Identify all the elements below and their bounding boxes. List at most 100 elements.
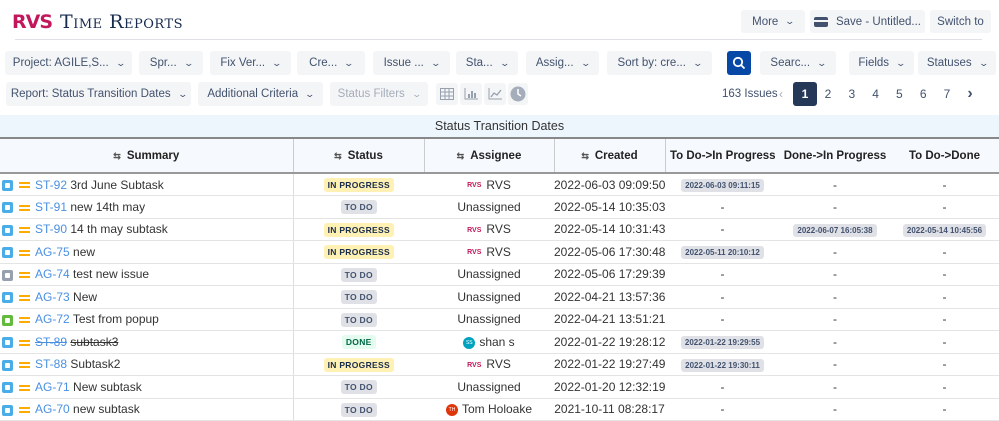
todo-done-cell: 2022-05-14 10:45:56 (890, 218, 999, 241)
issue-key-link[interactable]: AG-74 (35, 267, 70, 281)
table-row: ST-92 3rd June Subtask IN PROGRESS RVS RV… (0, 173, 999, 196)
issue-key-link[interactable]: ST-92 (35, 178, 67, 192)
additional-criteria-dropdown[interactable]: Additional Criteria ⌄ (198, 82, 323, 106)
column-header[interactable]: ⇆ Status (293, 137, 425, 174)
page-6-button[interactable]: 6 (913, 82, 933, 106)
page-1-button[interactable]: 1 (793, 82, 817, 106)
empty-value: - (720, 289, 725, 304)
todo-inprogress-cell: 2022-05-11 20:10:12 (665, 240, 780, 264)
statuses-dropdown[interactable]: Statuses ⌄ (918, 51, 996, 75)
column-header[interactable]: To Do->In Progress (665, 137, 780, 174)
todo-inprogress-cell: - (665, 218, 780, 241)
filter-dropdown[interactable]: Sort by: cre... ⌄ (607, 51, 712, 75)
issue-key-link[interactable]: AG-73 (35, 290, 70, 304)
page-3-button[interactable]: 3 (842, 82, 862, 106)
assignee-cell: RVS RVS (424, 353, 554, 376)
filter-dropdown[interactable]: Assig... ⌄ (526, 51, 599, 75)
todo-inprogress-cell: - (665, 398, 780, 421)
issue-summary: 14 th may subtask (70, 222, 168, 237)
time-view-button[interactable] (508, 83, 528, 105)
issue-summary: test new issue (73, 267, 150, 282)
saved-search-dropdown[interactable]: Searc... ⌄ (760, 51, 836, 75)
clock-icon (510, 86, 526, 102)
page-2-button[interactable]: 2 (818, 82, 838, 106)
report-dropdown[interactable]: Report: Status Transition Dates ⌄ (6, 82, 191, 106)
filter-label: Assig... (535, 57, 574, 69)
todo-inprogress-cell: - (665, 263, 780, 286)
assignee-name: Unassigned (457, 379, 521, 394)
todo-inprogress-cell: - (665, 375, 780, 399)
issue-key-link[interactable]: AG-72 (35, 312, 70, 326)
priority-medium-icon (19, 317, 30, 324)
done-inprogress-cell: - (780, 398, 890, 421)
line-chart-button[interactable] (484, 83, 506, 105)
card-icon (813, 16, 828, 27)
fields-dropdown[interactable]: Fields ⌄ (849, 51, 914, 75)
filter-dropdown[interactable]: Project: AGILE,S... ⌄ (5, 51, 132, 75)
statuses-label: Statuses (926, 57, 972, 69)
filter-dropdown[interactable]: Spr... ⌄ (139, 51, 203, 75)
page-7-button[interactable]: 7 (937, 82, 957, 106)
priority-medium-icon (19, 227, 30, 234)
done-inprogress-cell: - (780, 330, 890, 354)
subtask-type-icon (2, 359, 13, 371)
created-cell: 2022-05-14 10:35:03 (554, 195, 665, 219)
table-row: AG-73 New TO DO Unassigned 2022-04-21 13… (0, 285, 999, 309)
chevron-down-icon: ⌄ (343, 57, 355, 68)
column-header[interactable]: ⇆ Summary (0, 137, 294, 174)
status-cell: TO DO (293, 308, 424, 331)
column-header[interactable]: ⇆ Created (554, 137, 666, 174)
summary-cell: ST-91 new 14th may (0, 195, 294, 219)
page-4-button[interactable]: 4 (866, 82, 886, 106)
created-date: 2022-01-22 19:28:12 (554, 334, 665, 349)
assignee-name: RVS (486, 222, 511, 237)
created-date: 2022-04-21 13:51:21 (554, 312, 665, 327)
search-button[interactable] (727, 51, 751, 75)
story-type-icon (2, 314, 13, 326)
issue-key-link[interactable]: ST-88 (35, 357, 67, 371)
status-badge: TO DO (340, 402, 377, 417)
issue-summary: new 14th may (70, 199, 146, 214)
more-button[interactable]: More ⌄ (741, 10, 805, 33)
column-header[interactable]: To Do->Done (890, 137, 999, 174)
filter-dropdown[interactable]: Fix Ver... ⌄ (210, 51, 291, 75)
issue-key-link[interactable]: ST-90 (35, 222, 67, 236)
filter-dropdown[interactable]: Cre... ⌄ (297, 51, 365, 75)
created-date: 2021-10-11 08:28:17 (554, 402, 665, 417)
status-badge: IN PROGRESS (323, 222, 394, 237)
next-page-button[interactable]: › (960, 82, 980, 106)
status-filters-dropdown[interactable]: Status Filters ⌄ (330, 82, 428, 106)
chevron-down-icon: ⌄ (978, 57, 989, 68)
column-header[interactable]: ⇆ Assignee (424, 137, 555, 174)
empty-value: - (942, 357, 947, 372)
bar-chart-icon (464, 88, 478, 100)
prev-page-button[interactable]: ‹ (771, 82, 791, 106)
assignee-name: RVS (486, 244, 511, 259)
save-label: Save - Untitled... (835, 15, 921, 28)
status-cell: TO DO (293, 263, 424, 286)
filter-label: Spr... (149, 57, 177, 69)
todo-done-cell: - (890, 353, 999, 376)
issue-key-link[interactable]: ST-91 (35, 200, 67, 214)
column-header[interactable]: Done->In Progress (780, 137, 890, 174)
filter-dropdown[interactable]: Sta... ⌄ (456, 51, 518, 75)
issue-key-link[interactable]: AG-70 (35, 402, 70, 416)
issue-key-link[interactable]: AG-71 (35, 380, 70, 394)
page-5-button[interactable]: 5 (889, 82, 909, 106)
filter-label: Sta... (465, 57, 493, 69)
issue-summary: New subtask (73, 379, 142, 394)
switch-to-button[interactable]: Switch to (930, 10, 991, 33)
empty-value: - (942, 244, 947, 259)
filter-dropdown[interactable]: Issue ... ⌄ (373, 51, 450, 75)
issue-key-link[interactable]: AG-75 (35, 245, 70, 259)
subtask-type-icon (2, 179, 13, 191)
save-button[interactable]: Save - Untitled... (810, 10, 925, 33)
empty-value: - (833, 177, 837, 192)
status-badge: IN PROGRESS (323, 245, 394, 260)
table-view-button[interactable] (436, 83, 458, 105)
empty-value: - (942, 199, 947, 214)
bar-chart-button[interactable] (460, 83, 482, 105)
assignee-name: Unassigned (457, 312, 521, 327)
issue-key-link[interactable]: ST-89 (35, 335, 67, 349)
column-label: Assignee (470, 149, 522, 162)
